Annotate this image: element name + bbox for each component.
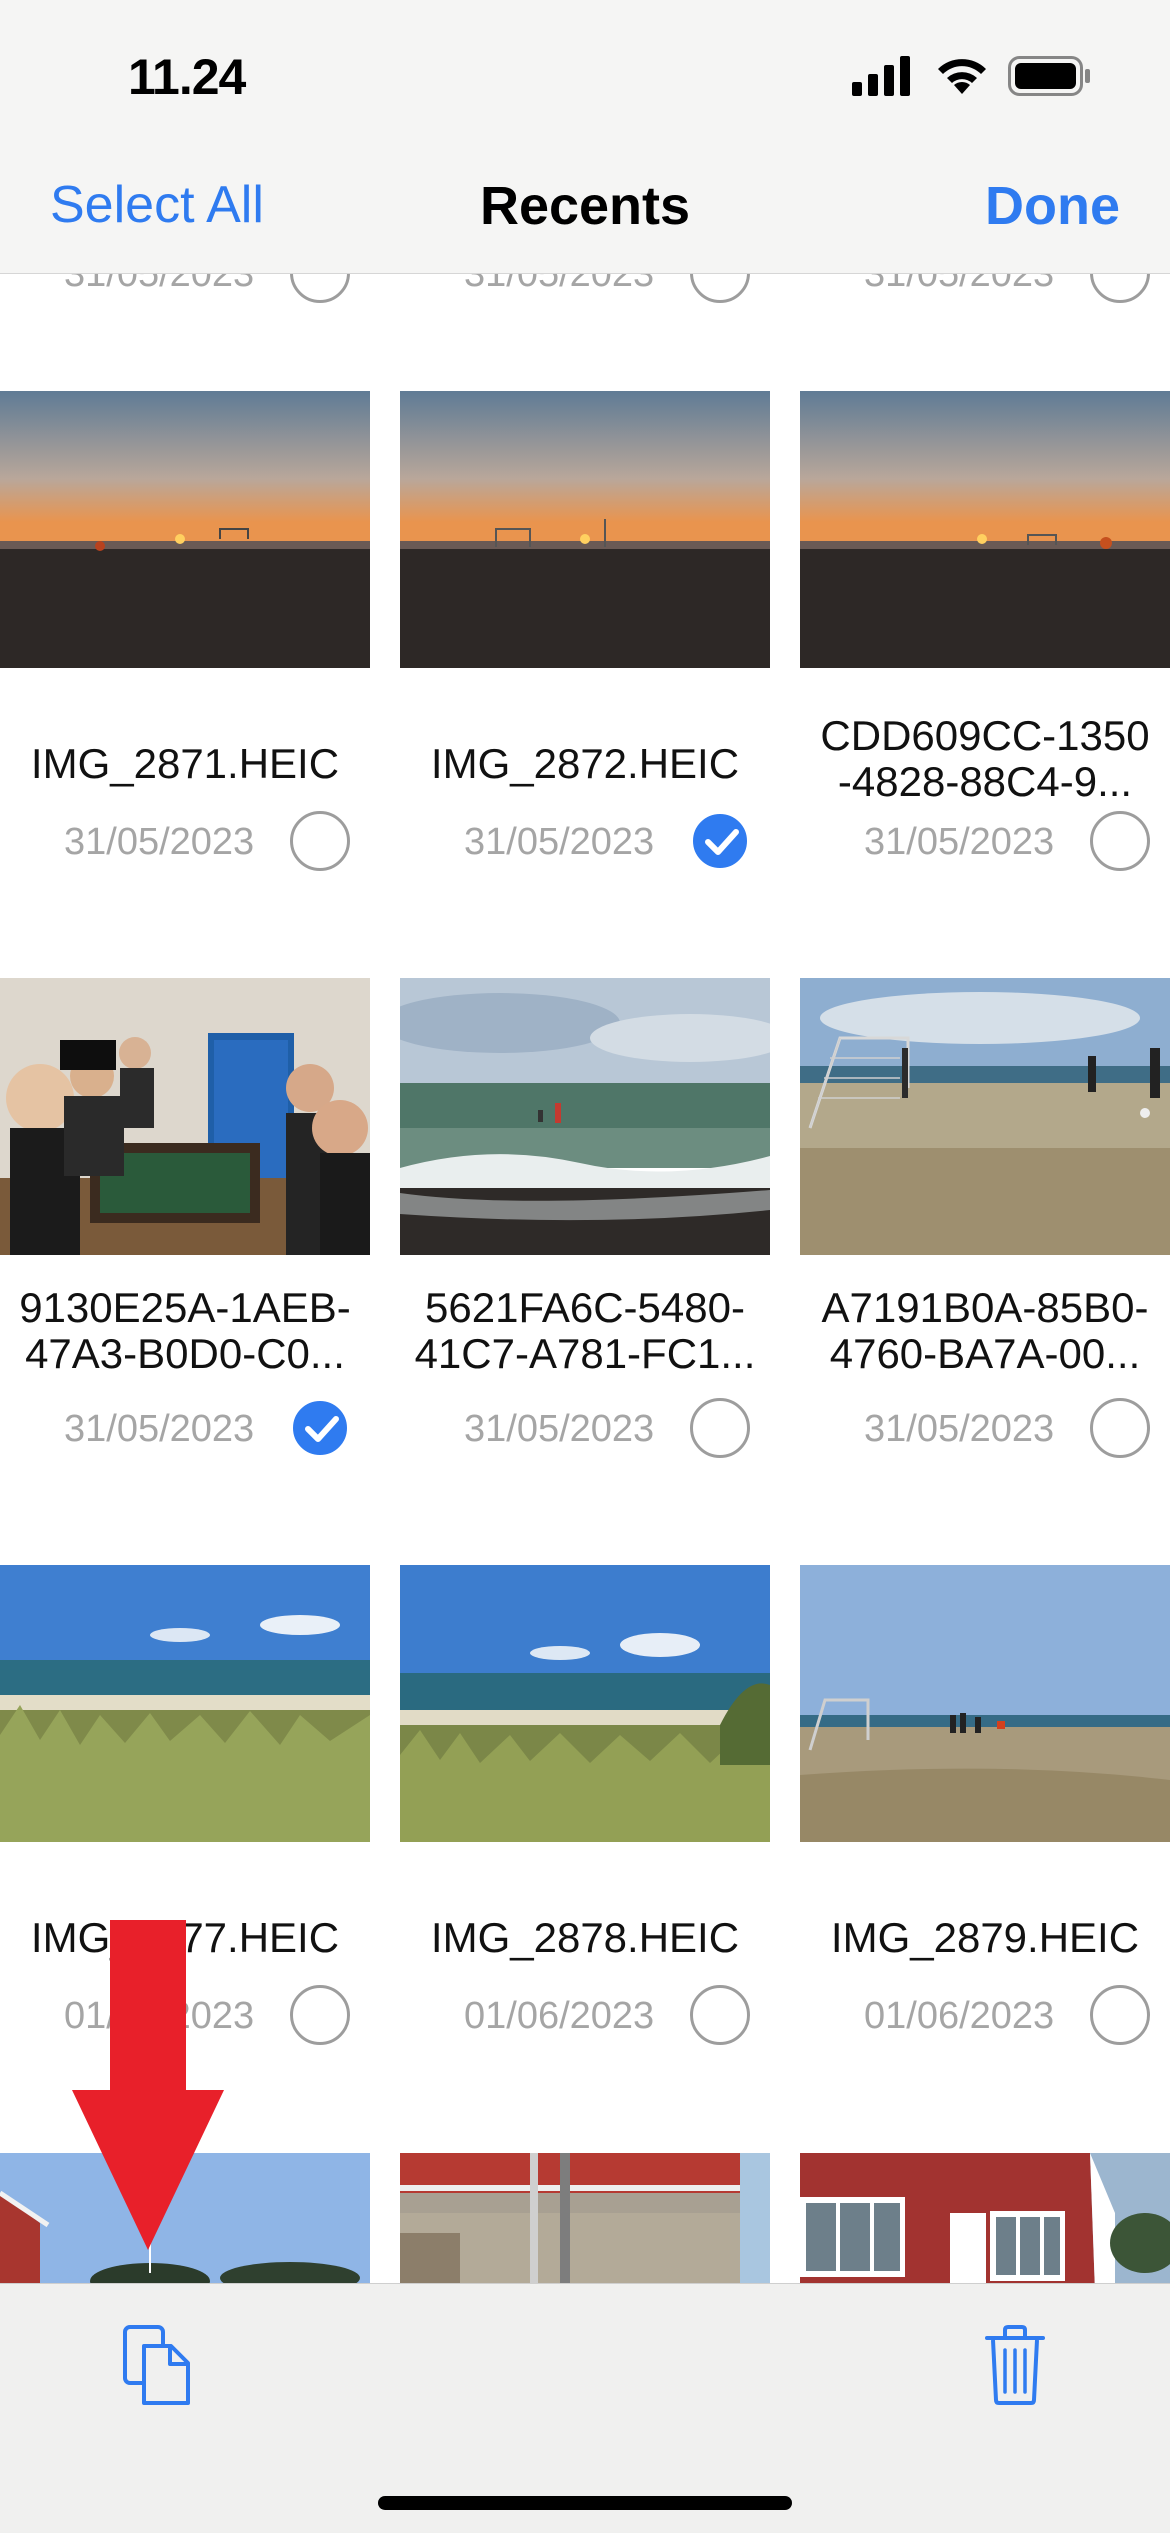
home-indicator [378, 2496, 792, 2510]
grid-item-partial[interactable]: 31/05/2023 [400, 273, 770, 303]
file-name: IMG_2872.HEIC [430, 740, 740, 787]
photo-thumbnail[interactable] [0, 391, 370, 668]
file-name-line: 5621FA6C-5480- [425, 1284, 745, 1331]
select-all-button[interactable]: Select All [50, 175, 264, 235]
red-arrow-annotation [72, 1920, 224, 2250]
file-date: 31/05/2023 [64, 821, 255, 863]
file-date: 31/05/2023 [464, 1408, 655, 1450]
photo-thumbnail[interactable] [400, 391, 770, 668]
cellular-signal-icon [852, 56, 910, 96]
photo-thumbnail[interactable] [800, 2153, 1170, 2283]
grid-item[interactable]: A7191B0A-85B0- 4760-BA7A-00... 31/05/202… [800, 978, 1170, 1458]
file-name: IMG_2878.HEIC [430, 1914, 740, 1961]
grid-item[interactable] [800, 2153, 1170, 2283]
file-date: 31/05/2023 [864, 821, 1055, 863]
file-date: 31/05/2023 [64, 1408, 255, 1450]
file-date: 31/05/2023 [864, 1408, 1055, 1450]
grid-item[interactable]: IMG_2872.HEIC 31/05/2023 [400, 391, 770, 871]
battery-icon [1008, 56, 1090, 96]
bottom-toolbar [0, 2283, 1170, 2533]
file-name-line: CDD609CC-1350 [820, 712, 1150, 759]
photo-thumbnail[interactable] [400, 2153, 770, 2283]
status-time: 11.24 [128, 49, 246, 105]
photo-thumbnail[interactable] [0, 978, 370, 1255]
file-name: IMG_2879.HEIC [830, 1914, 1140, 1961]
photo-thumbnail[interactable] [400, 978, 770, 1255]
file-name-line: A7191B0A-85B0- [821, 1284, 1149, 1331]
grid-item[interactable]: CDD609CC-1350 -4828-88C4-9... 31/05/2023 [800, 391, 1170, 871]
grid-item[interactable]: 9130E25A-1AEB- 47A3-B0D0-C0... 31/05/202… [0, 978, 370, 1458]
selection-circle[interactable] [1090, 1398, 1150, 1458]
selection-circle[interactable] [290, 1985, 350, 2045]
selection-circle[interactable] [1090, 273, 1150, 303]
file-name-line: 41C7-A781-FC1... [414, 1330, 756, 1377]
file-name: 5621FA6C-5480- 41C7-A781-FC1... [400, 1285, 770, 1377]
selection-checkmark[interactable] [690, 811, 750, 871]
file-date: 31/05/2023 [464, 821, 655, 863]
grid-item[interactable]: IMG_2879.HEIC 01/06/2023 [800, 1565, 1170, 2045]
file-date: 31/05/2023 [64, 273, 255, 295]
selection-circle[interactable] [690, 273, 750, 303]
grid-item[interactable]: IMG_2871.HEIC 31/05/2023 [0, 391, 370, 871]
grid-item-partial[interactable]: 31/05/2023 [800, 273, 1170, 303]
checkmark-icon [305, 1416, 339, 1442]
grid-item-partial[interactable]: 31/05/2023 [0, 273, 370, 303]
grid-item[interactable]: 5621FA6C-5480- 41C7-A781-FC1... 31/05/20… [400, 978, 770, 1458]
selection-circle[interactable] [290, 811, 350, 871]
selection-circle[interactable] [290, 273, 350, 303]
selection-circle[interactable] [1090, 811, 1150, 871]
file-name: 9130E25A-1AEB- 47A3-B0D0-C0... [0, 1285, 370, 1377]
status-bar: 11.24 [0, 0, 1170, 145]
file-date: 01/06/2023 [464, 1995, 655, 2037]
grid-item[interactable]: IMG_2878.HEIC 01/06/2023 [400, 1565, 770, 2045]
photo-thumbnail[interactable] [800, 1565, 1170, 1842]
selection-circle[interactable] [1090, 1985, 1150, 2045]
file-name: CDD609CC-1350 -4828-88C4-9... [800, 713, 1170, 805]
copy-icon[interactable] [122, 2324, 192, 2408]
wifi-icon [938, 59, 986, 94]
photo-thumbnail[interactable] [400, 1565, 770, 1842]
checkmark-icon [705, 829, 739, 855]
trash-icon[interactable] [984, 2324, 1046, 2406]
done-button[interactable]: Done [985, 175, 1120, 237]
file-date: 31/05/2023 [864, 273, 1055, 295]
file-name-line: -4828-88C4-9... [837, 758, 1133, 805]
photo-thumbnail[interactable] [800, 391, 1170, 668]
selection-checkmark[interactable] [290, 1398, 350, 1458]
file-name-line: 47A3-B0D0-C0... [25, 1330, 345, 1377]
file-date: 01/06/2023 [864, 1995, 1055, 2037]
file-name: IMG_2871.HEIC [30, 740, 340, 787]
photo-thumbnail[interactable] [800, 978, 1170, 1255]
navigation-bar: Select All Recents Done [0, 145, 1170, 274]
selection-circle[interactable] [690, 1985, 750, 2045]
file-name: A7191B0A-85B0- 4760-BA7A-00... [800, 1285, 1170, 1377]
file-name-line: 9130E25A-1AEB- [19, 1284, 351, 1331]
photo-thumbnail[interactable] [0, 1565, 370, 1842]
file-date: 31/05/2023 [464, 273, 655, 295]
grid-item[interactable] [400, 2153, 770, 2283]
selection-circle[interactable] [690, 1398, 750, 1458]
file-name-line: 4760-BA7A-00... [829, 1330, 1141, 1377]
